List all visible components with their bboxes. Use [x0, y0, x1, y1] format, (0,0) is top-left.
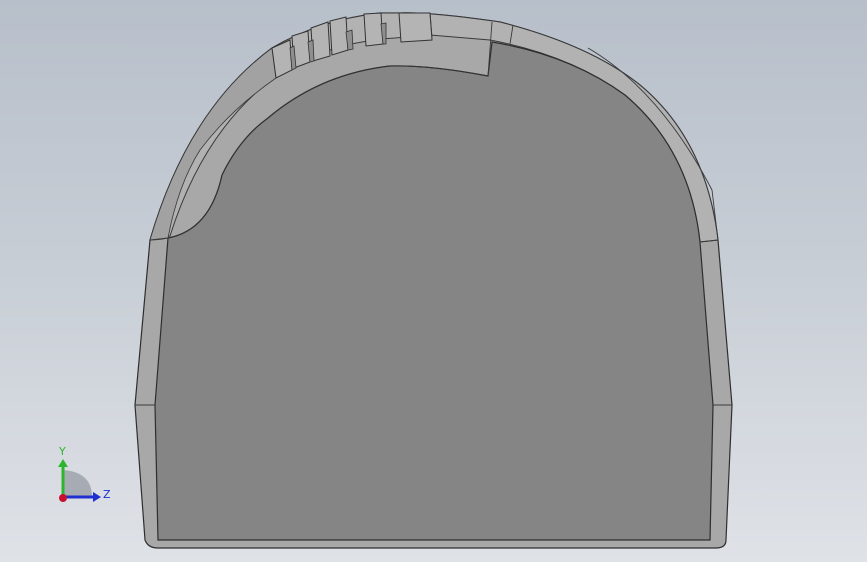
graphics-viewport[interactable]: Y Z — [0, 0, 867, 562]
tab-4 — [329, 16, 349, 56]
tab-6 — [398, 12, 433, 43]
triad-z-arrow-icon — [93, 492, 101, 502]
triad-x-axis-dot — [59, 494, 67, 502]
triad-z-label: Z — [103, 488, 111, 501]
tab-5 — [363, 12, 384, 47]
view-orientation-triad[interactable]: Y Z — [58, 445, 111, 502]
triad-plane-icon — [63, 470, 92, 497]
triad-y-arrow-icon — [58, 459, 68, 467]
triad-y-label: Y — [58, 445, 66, 458]
